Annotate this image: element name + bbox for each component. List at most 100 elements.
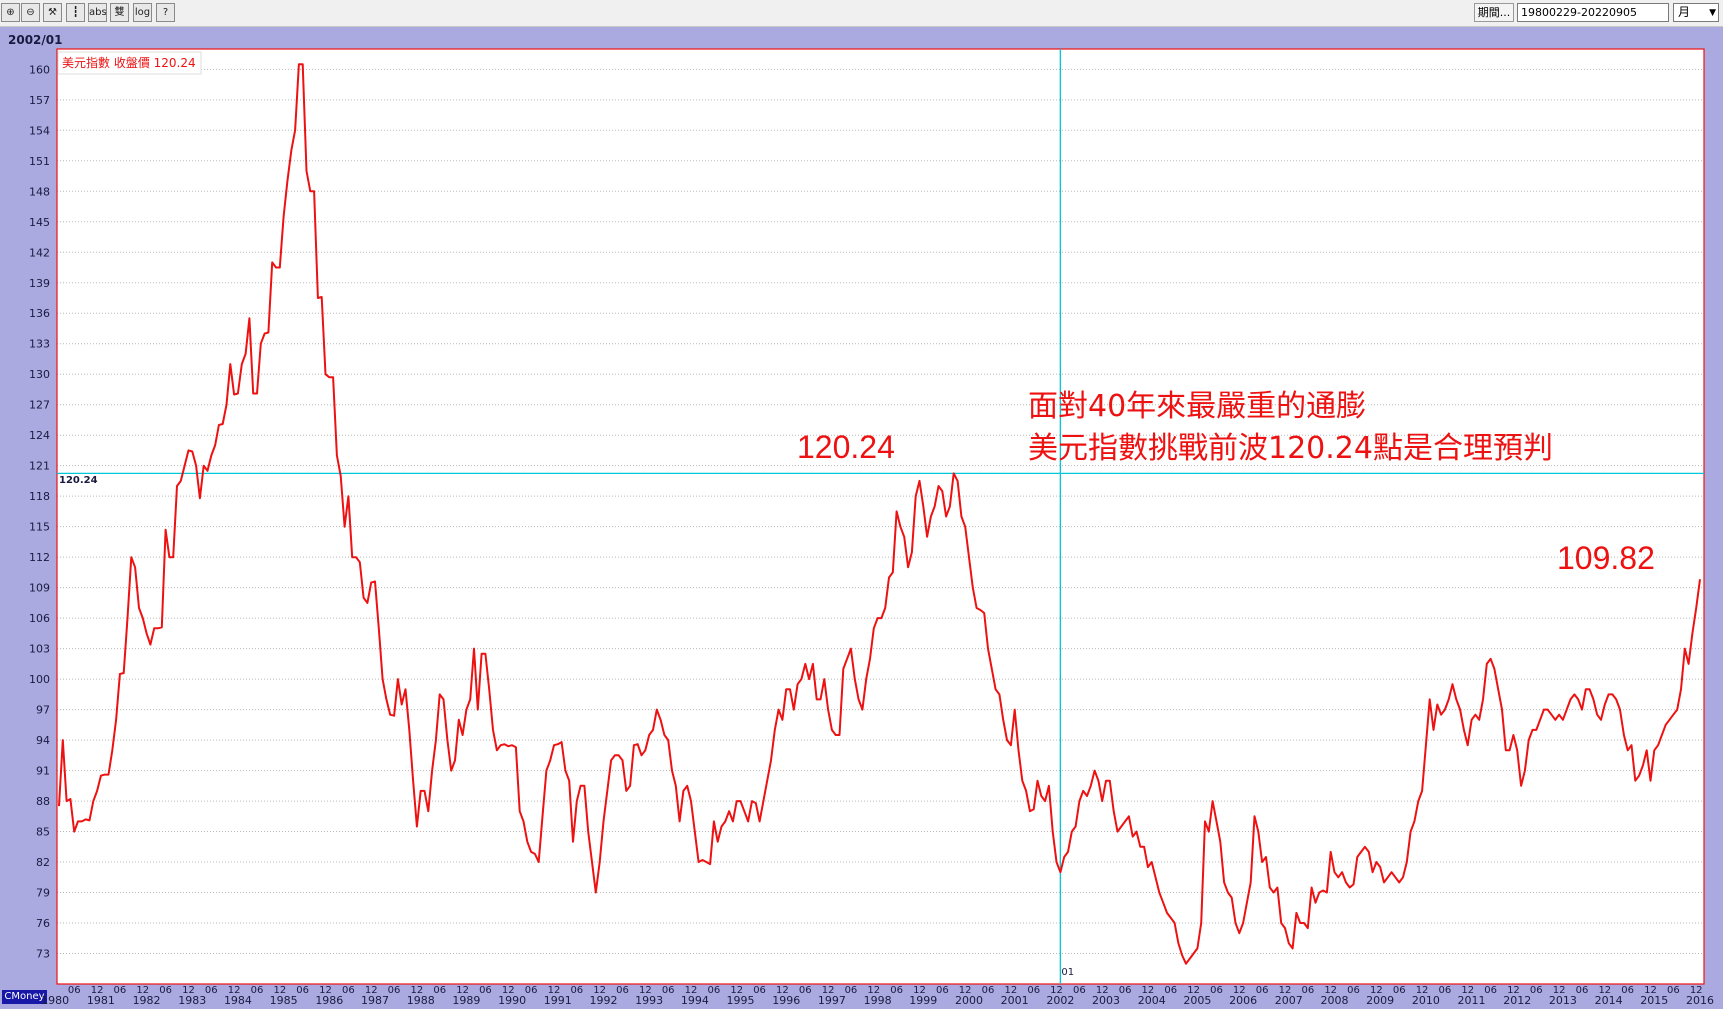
peak-label: 120.24 [797,429,895,465]
y-tick-label: 100 [29,673,50,686]
x-year-label: 2013 [1549,994,1577,1007]
y-tick-label: 133 [29,338,50,351]
x-month-label: 06 [708,985,721,996]
y-tick-label: 118 [29,490,50,503]
x-year-label: 1993 [635,994,663,1007]
x-month-label: 06 [433,985,446,996]
y-tick-label: 97 [36,704,50,717]
x-year-label: 1998 [864,994,892,1007]
x-month-label: 06 [1256,985,1269,996]
x-year-label: 2009 [1366,994,1394,1007]
y-tick-label: 121 [29,460,50,473]
x-month-label: 06 [1439,985,1452,996]
y-tick-label: 115 [29,521,50,534]
y-tick-label: 76 [36,917,50,930]
x-year-label: 1982 [133,994,161,1007]
x-year-label: 1996 [772,994,800,1007]
x-year-label: 2002 [1046,994,1074,1007]
x-month-label: 06 [525,985,538,996]
x-year-label: 1990 [498,994,526,1007]
y-tick-label: 157 [29,94,50,107]
x-year-label: 2011 [1458,994,1486,1007]
x-month-label: 06 [1119,985,1132,996]
latest-label: 109.82 [1557,540,1655,576]
x-month-label: 06 [845,985,858,996]
x-year-label: 1980 [41,994,69,1007]
y-tick-label: 154 [29,124,50,137]
x-month-label: 06 [616,985,629,996]
x-year-label: 1995 [727,994,755,1007]
commentary-line-2: 美元指數挑戰前波120.24點是合理預判 [1028,431,1553,466]
x-year-label: 2012 [1503,994,1531,1007]
y-tick-label: 94 [36,734,50,747]
x-month-label: 06 [388,985,401,996]
x-month-label: 06 [799,985,812,996]
x-month-label: 06 [1484,985,1497,996]
x-month-label: 06 [479,985,492,996]
y-tick-label: 85 [36,826,50,839]
y-tick-label: 124 [29,429,50,442]
x-year-label: 1994 [681,994,709,1007]
y-tick-label: 127 [29,399,50,412]
x-month-label: 06 [1301,985,1314,996]
x-month-label: 06 [1073,985,1086,996]
y-tick-label: 145 [29,216,50,229]
x-year-label: 1997 [818,994,846,1007]
x-year-label: 2001 [1001,994,1029,1007]
x-year-label: 1986 [315,994,343,1007]
x-year-label: 1985 [270,994,298,1007]
plot-background [57,49,1704,984]
x-year-label: 2010 [1412,994,1440,1007]
x-month-label: 06 [1393,985,1406,996]
y-tick-label: 151 [29,155,50,168]
y-tick-label: 109 [29,582,50,595]
x-year-label: 1989 [452,994,480,1007]
x-month-label: 06 [1164,985,1177,996]
y-tick-label: 91 [36,765,50,778]
y-tick-label: 73 [36,948,50,961]
y-tick-label: 88 [36,795,50,808]
x-month-label: 06 [936,985,949,996]
y-tick-label: 112 [29,551,50,564]
y-tick-label: 160 [29,63,50,76]
x-month-label: 06 [205,985,218,996]
y-tick-label: 136 [29,307,50,320]
x-year-label: 2015 [1640,994,1668,1007]
y-tick-label: 106 [29,612,50,625]
x-year-label: 2014 [1595,994,1623,1007]
x-month-label: 06 [1530,985,1543,996]
x-month-label: 06 [342,985,355,996]
x-month-label: 06 [890,985,903,996]
x-month-label: 06 [570,985,583,996]
x-year-label: 2004 [1138,994,1166,1007]
x-month-label: 06 [1027,985,1040,996]
y-tick-labels: 73 76 79 82 85 88 91 94 97 100 103 106 109 112 115 118 1… [29,63,50,960]
y-tick-label: 82 [36,856,50,869]
x-month-label: 06 [1210,985,1223,996]
x-month-label: 06 [662,985,675,996]
x-year-label: 1981 [87,994,115,1007]
x-month-label: 06 [982,985,995,996]
usd-index-chart[interactable]: 73 76 79 82 85 88 91 94 97 100 103 106 109 112 115 118 1… [0,0,1723,1009]
x-year-label: 1988 [407,994,435,1007]
y-tick-label: 142 [29,246,50,259]
x-month-label: 06 [114,985,127,996]
y-tick-label: 130 [29,368,50,381]
x-month-label: 06 [1347,985,1360,996]
x-month-label: 06 [251,985,264,996]
x-year-label: 2008 [1320,994,1348,1007]
x-year-label: 2005 [1183,994,1211,1007]
x-year-label: 2000 [955,994,983,1007]
commentary-line-1: 面對40年來最嚴重的通膨 [1028,389,1366,424]
x-month-label: 06 [1621,985,1634,996]
crosshair-x-label: 01 [1061,967,1074,978]
x-month-label: 06 [1576,985,1589,996]
x-year-label: 1987 [361,994,389,1007]
x-year-label: 2006 [1229,994,1257,1007]
y-tick-label: 79 [36,887,50,900]
y-tick-label: 139 [29,277,50,290]
x-year-label: 1991 [544,994,572,1007]
x-year-label: 1984 [224,994,252,1007]
x-month-label: 06 [159,985,172,996]
x-year-label: 2003 [1092,994,1120,1007]
